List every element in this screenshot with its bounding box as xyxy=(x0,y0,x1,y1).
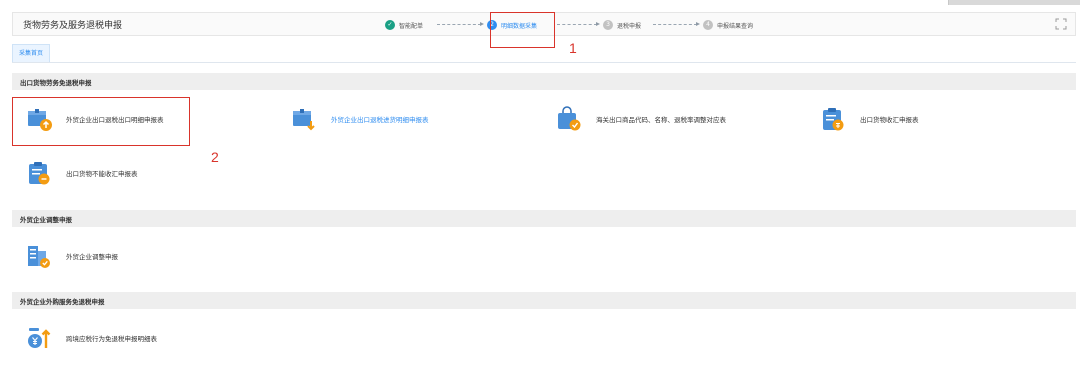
item-exchange-receipt[interactable]: 出口货物收汇申报表 xyxy=(820,104,919,134)
currency-arrow-icon xyxy=(28,328,51,348)
item-label: 外贸企业调整申报 xyxy=(66,253,118,261)
item-label: 海关出口商品代码、名称、退税率调整对应表 xyxy=(596,116,726,124)
item-label: 出口货物收汇申报表 xyxy=(860,116,919,124)
section-title: 外贸企业调整申报 xyxy=(20,216,72,224)
item-adjust-declare[interactable]: 外贸企业调整申报 xyxy=(26,241,118,271)
arrow-icon xyxy=(557,22,600,26)
item-customs-code[interactable]: 海关出口商品代码、名称、退税率调整对应表 xyxy=(556,104,726,134)
bag-check-icon xyxy=(558,106,581,131)
step-result-query[interactable]: 4 申报结果查询 xyxy=(703,18,753,32)
tab-divider xyxy=(12,62,1076,63)
document-adjust-icon xyxy=(28,246,50,268)
clipboard-minus-icon xyxy=(29,162,50,185)
window-edge-strip xyxy=(948,0,1080,5)
highlight-box xyxy=(12,97,190,146)
step-smart-match[interactable]: ✓ 智能配单 xyxy=(385,18,423,32)
annotation-marker: 1 xyxy=(569,40,577,56)
section-header: 外贸企业调整申报 xyxy=(12,210,1076,227)
section-header: 出口货物劳务免退税申报 xyxy=(12,73,1076,90)
step-label: 退税申报 xyxy=(617,22,642,30)
step-refund-declare[interactable]: 3 退税申报 xyxy=(603,18,641,32)
item-label: 外贸企业出口退税进货明细申报表 xyxy=(331,116,429,124)
item-purchase-detail[interactable]: 外贸企业出口退税进货明细申报表 xyxy=(291,104,429,134)
highlight-box xyxy=(490,12,555,48)
arrow-icon xyxy=(437,22,484,26)
step-label: 智能配单 xyxy=(399,22,424,30)
section-title: 出口货物劳务免退税申报 xyxy=(20,79,92,87)
arrow-icon xyxy=(653,22,700,26)
step-number-icon: 3 xyxy=(603,20,613,30)
tab-collection-home[interactable]: 采集首页 xyxy=(12,44,50,63)
fullscreen-icon[interactable] xyxy=(1055,18,1067,30)
annotation-marker: 2 xyxy=(211,149,219,165)
item-no-exchange-receipt[interactable]: 出口货物不能收汇申报表 xyxy=(26,158,138,188)
check-icon: ✓ xyxy=(385,20,395,30)
step-number-icon: 4 xyxy=(703,20,713,30)
item-cross-border[interactable]: 跨境应税行为免退税申报明细表 xyxy=(26,323,157,353)
clipboard-money-icon xyxy=(823,108,844,131)
step-label: 申报结果查询 xyxy=(717,22,754,30)
page-title: 货物劳务及服务退税申报 xyxy=(23,21,123,31)
box-download-icon xyxy=(293,109,315,131)
item-label: 跨境应税行为免退税申报明细表 xyxy=(66,335,157,343)
section-header: 外贸企业外购服务免退税申报 xyxy=(12,292,1076,309)
item-label: 出口货物不能收汇申报表 xyxy=(66,170,138,178)
section-title: 外贸企业外购服务免退税申报 xyxy=(20,298,105,306)
